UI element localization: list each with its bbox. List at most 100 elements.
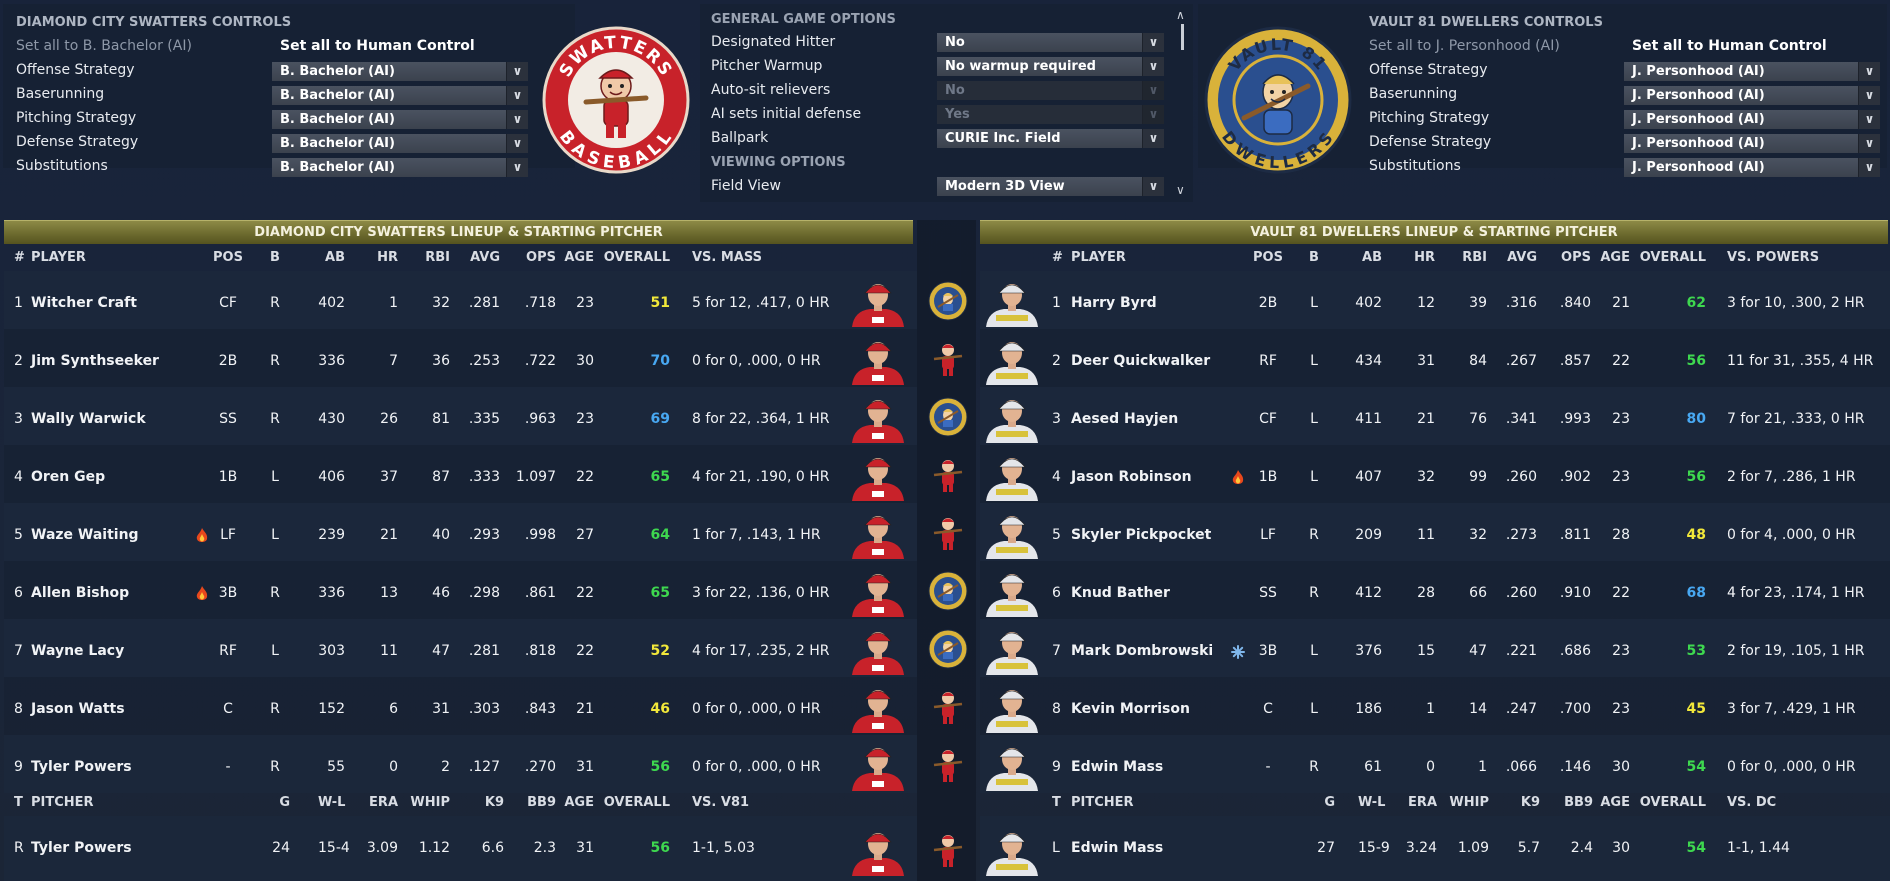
chevron-down-icon: ∨ xyxy=(506,134,528,153)
away-baserunning-value: J. Personhood (AI) xyxy=(1632,88,1765,103)
pitcher-age: 31 xyxy=(576,840,594,856)
player-name[interactable]: Mark Dombrowski xyxy=(1071,643,1213,659)
player-name[interactable]: Jason Robinson xyxy=(1071,469,1192,485)
batting-order-number: 5 xyxy=(14,527,23,543)
cold-streak-snowflake-icon xyxy=(1231,645,1245,659)
pitcher-throws: L xyxy=(1052,840,1060,856)
player-portrait xyxy=(982,393,1042,443)
chevron-down-icon: ∨ xyxy=(1142,81,1164,100)
set-all-away-ai-link[interactable]: Set all to J. Personhood (AI) xyxy=(1369,38,1560,54)
position: CF xyxy=(219,295,237,311)
chevron-down-icon: ∨ xyxy=(1858,110,1880,129)
pitcher-name[interactable]: Edwin Mass xyxy=(1071,840,1163,856)
col-header-vs-team: VS. DC xyxy=(1727,795,1777,810)
options-scrollbar[interactable] xyxy=(1181,24,1184,50)
col-header-player: PLAYER xyxy=(31,250,86,265)
home-pitching-strategy-dropdown[interactable]: B. Bachelor (AI) ∨ xyxy=(272,110,528,129)
player-name[interactable]: Jason Watts xyxy=(31,701,125,717)
player-name[interactable]: Oren Gep xyxy=(31,469,105,485)
field-view-dropdown[interactable]: Modern 3D View ∨ xyxy=(937,177,1164,196)
home-offense-strategy-dropdown[interactable]: B. Bachelor (AI) ∨ xyxy=(272,62,528,81)
position: C xyxy=(1263,701,1273,717)
pitcher-name[interactable]: Tyler Powers xyxy=(31,840,132,856)
player-name[interactable]: Wally Warwick xyxy=(31,411,146,427)
stat-age: 31 xyxy=(576,759,594,775)
stat-age: 28 xyxy=(1612,527,1630,543)
player-name[interactable]: Deer Quickwalker xyxy=(1071,353,1210,369)
stat-age: 22 xyxy=(1612,353,1630,369)
player-name[interactable]: Harry Byrd xyxy=(1071,295,1157,311)
pitcher-warmup-dropdown[interactable]: No warmup required ∨ xyxy=(937,57,1164,76)
chevron-down-icon: ∨ xyxy=(506,158,528,177)
position: 3B xyxy=(1258,643,1278,659)
col-header-games: G xyxy=(1324,795,1335,810)
player-portrait xyxy=(982,826,1042,876)
scroll-up-icon[interactable]: ∧ xyxy=(1176,8,1185,22)
home-substitutions-label: Substitutions xyxy=(16,158,108,174)
col-header-vs: VS. MASS xyxy=(692,250,763,265)
swatters-mini-logo-icon xyxy=(928,687,968,727)
designated-hitter-dropdown[interactable]: No ∨ xyxy=(937,33,1164,52)
player-portrait xyxy=(982,741,1042,791)
player-name[interactable]: Kevin Morrison xyxy=(1071,701,1190,717)
col-header-games: G xyxy=(279,795,290,810)
player-name[interactable]: Wayne Lacy xyxy=(31,643,124,659)
player-portrait xyxy=(848,625,908,675)
vault-81-mini-logo-icon xyxy=(928,397,968,437)
player-portrait xyxy=(848,277,908,327)
home-baserunning-dropdown[interactable]: B. Bachelor (AI) ∨ xyxy=(272,86,528,105)
player-name[interactable]: Jim Synthseeker xyxy=(31,353,159,369)
position: C xyxy=(223,701,233,717)
home-substitutions-value: B. Bachelor (AI) xyxy=(280,160,395,175)
away-defense-strategy-dropdown[interactable]: J. Personhood (AI) ∨ xyxy=(1624,134,1880,153)
stat-age: 23 xyxy=(1612,411,1630,427)
vs-pitcher-stats: 2 for 7, .286, 1 HR xyxy=(1727,469,1856,485)
vs-pitcher-stats: 3 for 10, .300, 2 HR xyxy=(1727,295,1865,311)
scroll-down-icon[interactable]: ∨ xyxy=(1176,183,1185,197)
overall-rating: 54 xyxy=(1686,759,1706,775)
away-offense-strategy-dropdown[interactable]: J. Personhood (AI) ∨ xyxy=(1624,62,1880,81)
set-all-home-human-button[interactable]: Set all to Human Control xyxy=(280,38,475,54)
player-name[interactable]: Aesed Hayjen xyxy=(1071,411,1178,427)
pitcher-throws: R xyxy=(14,840,24,856)
home-pitching-strategy-value: B. Bachelor (AI) xyxy=(280,112,395,127)
player-portrait xyxy=(848,741,908,791)
player-name[interactable]: Edwin Mass xyxy=(1071,759,1163,775)
away-pitching-strategy-dropdown[interactable]: J. Personhood (AI) ∨ xyxy=(1624,110,1880,129)
set-all-away-human-button[interactable]: Set all to Human Control xyxy=(1632,38,1827,54)
player-name[interactable]: Waze Waiting xyxy=(31,527,139,543)
player-name[interactable]: Skyler Pickpocket xyxy=(1071,527,1211,543)
player-portrait xyxy=(848,567,908,617)
pitcher-games: 27 xyxy=(1317,840,1335,856)
pitcher-vs-team: 1-1, 5.03 xyxy=(692,840,755,856)
position: 2B xyxy=(218,353,238,369)
player-name[interactable]: Allen Bishop xyxy=(31,585,129,601)
vs-pitcher-stats: 0 for 0, .000, 0 HR xyxy=(692,701,821,717)
home-pitching-strategy-label: Pitching Strategy xyxy=(16,110,137,126)
position: LF xyxy=(220,527,236,543)
away-baserunning-dropdown[interactable]: J. Personhood (AI) ∨ xyxy=(1624,86,1880,105)
home-defense-strategy-dropdown[interactable]: B. Bachelor (AI) ∨ xyxy=(272,134,528,153)
position: 1B xyxy=(218,469,238,485)
away-substitutions-dropdown[interactable]: J. Personhood (AI) ∨ xyxy=(1624,158,1880,177)
away-offense-strategy-label: Offense Strategy xyxy=(1369,62,1488,78)
col-header-throws: T xyxy=(14,795,23,810)
chevron-down-icon: ∨ xyxy=(506,62,528,81)
home-controls-title: DIAMOND CITY SWATTERS CONTROLS xyxy=(16,15,292,30)
player-name[interactable]: Tyler Powers xyxy=(31,759,132,775)
player-portrait xyxy=(848,826,908,876)
player-name[interactable]: Knud Bather xyxy=(1071,585,1170,601)
player-name[interactable]: Witcher Craft xyxy=(31,295,137,311)
ballpark-dropdown[interactable]: CURIE Inc. Field ∨ xyxy=(937,129,1164,148)
overall-rating: 52 xyxy=(650,643,670,659)
home-substitutions-dropdown[interactable]: B. Bachelor (AI) ∨ xyxy=(272,158,528,177)
swatters-mini-logo-icon xyxy=(928,455,968,495)
overall-rating: 48 xyxy=(1686,527,1706,543)
set-all-home-ai-link[interactable]: Set all to B. Bachelor (AI) xyxy=(16,38,192,54)
swatters-mini-logo-icon xyxy=(928,830,968,870)
player-portrait xyxy=(848,683,908,733)
hot-streak-fire-icon xyxy=(196,528,208,544)
overall-rating: 53 xyxy=(1686,643,1706,659)
chevron-down-icon: ∨ xyxy=(1142,57,1164,76)
away-pitching-strategy-value: J. Personhood (AI) xyxy=(1632,112,1765,127)
